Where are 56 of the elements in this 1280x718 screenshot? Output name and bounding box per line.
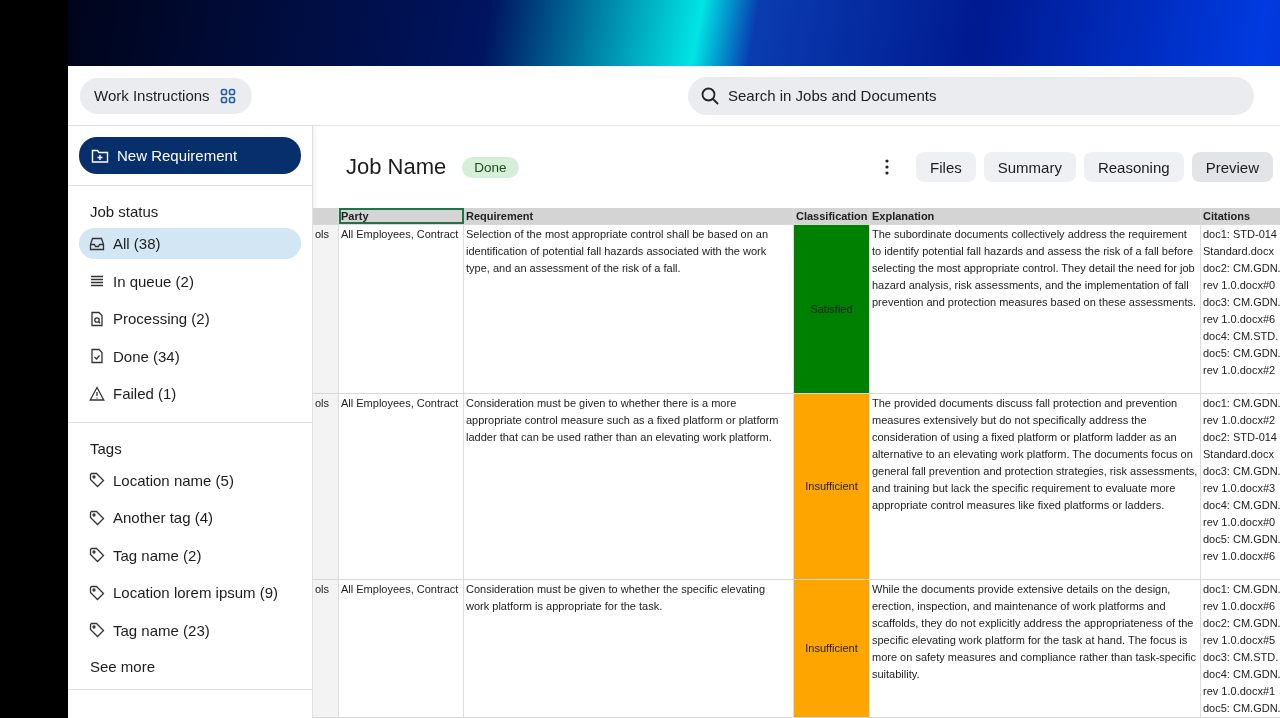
tag-icon	[89, 547, 105, 563]
see-more-link[interactable]: See more	[79, 652, 301, 683]
table-cell: ols	[313, 394, 339, 579]
tag-filter-item[interactable]: Tag name (23)	[79, 614, 301, 646]
status-filter-item[interactable]: Processing (2)	[79, 303, 301, 334]
tag-filter-item[interactable]: Tag name (2)	[79, 539, 301, 571]
tag-filter-item[interactable]: Location lorem ipsum (9)	[79, 577, 301, 608]
status-filter-item[interactable]: Failed (1)	[79, 378, 301, 409]
search-field[interactable]: Search in Jobs and Documents	[688, 76, 1254, 115]
warning-icon	[89, 385, 105, 402]
list-icon	[89, 273, 105, 289]
new-requirement-button[interactable]: New Requirement	[79, 137, 301, 174]
document-search-icon	[89, 310, 105, 327]
column-header[interactable]: Citations	[1201, 208, 1280, 224]
table-cell-text: doc1: CM.GDN. rev 1.0.docx#2 doc2: STD-014 Standard.docx doc3: CM.GDN. rev 1.0.docx#3 doc4: CM.GDN. rev 1.0.docx#0 doc5: CM.GDN. rev 1.0.docx#6	[1202, 396, 1280, 564]
classification-cell: Insufficient	[794, 394, 870, 579]
status-filter-item[interactable]: In queue (2)	[79, 265, 301, 297]
table-cell-text: doc1: STD-014 Standard.docx doc2: CM.GDN. rev 1.0.docx#0 doc3: CM.GDN. rev 1.0.docx#6 doc4: CM.STD. doc5: CM.GDN. rev 1.0.docx#2	[1202, 227, 1280, 378]
folder-plus-icon	[91, 147, 109, 164]
section-heading: Tags	[89, 438, 123, 459]
status-filter-item[interactable]: Done (34)	[79, 340, 301, 372]
view-tab[interactable]: Reasoning	[1083, 152, 1184, 182]
status-filter-item[interactable]: All (38)	[79, 228, 301, 259]
column-header[interactable]: Requirement	[464, 208, 794, 224]
table-cell-text: doc1: CM.GDN. rev 1.0.docx#6 doc2: CM.GDN. rev 1.0.docx#5 doc3: CM.STD. doc4: CM.GDN. rev 1.0.docx#1 doc5: CM.GDN.	[1202, 582, 1280, 716]
table-cell: ols	[313, 580, 339, 717]
more-options-icon[interactable]	[884, 158, 891, 176]
table-cell: While the documents provide extensive details on the design, erection, inspection, and maintenance of work platforms and scaffolds, they do not explicitly address the appropriateness of the specific elevating work platform for the task at hand. The focus is more on safety measures and compliance rather than task-specific suitability.	[870, 580, 1201, 717]
tag-icon	[89, 584, 105, 601]
table-cell: The subordinate documents collectively address the requirement to identify potential fall hazards and assess the risk of a fall before selecting the most appropriate control. They detail the need for job hazard analysis, risk assessments, and the implementation of fall prevention and protection measures based on these assessments.	[870, 225, 1201, 393]
view-tab[interactable]: Preview	[1191, 152, 1273, 182]
table-cell: All Employees, Contract	[339, 580, 464, 717]
tag-filter-item[interactable]: Location name (5)	[79, 464, 301, 496]
inbox-icon	[89, 235, 105, 252]
tag-filter-item[interactable]: Another tag (4)	[79, 502, 301, 533]
column-header[interactable]: Classification	[794, 208, 870, 224]
document-check-icon	[89, 348, 105, 364]
section-heading: Job status	[89, 202, 160, 222]
job-title: Job Name	[346, 154, 447, 180]
classification-cell: Insufficient	[794, 580, 870, 717]
grid-icon	[219, 87, 236, 104]
app-switcher-button[interactable]: Work Instructions	[80, 77, 252, 114]
column-header[interactable]: Party	[339, 208, 464, 224]
status-badge: Done	[462, 156, 519, 178]
table-cell: The provided documents discuss fall protection and prevention measures extensively but do not specifically address the consideration of using a fixed platform or platform ladder as an alternative to an elevating work platform. The documents focus on general fall prevention and protection strategies, risk assessments, and training but lack the specific requirement to evaluate more appropriate control measures like fixed platforms or ladders.	[870, 394, 1201, 579]
view-tab[interactable]: Summary	[983, 152, 1076, 182]
column-header[interactable]: Explanation	[870, 208, 1201, 224]
table-cell: All Employees, Contract	[339, 225, 464, 393]
table-cell: All Employees, Contract	[339, 394, 464, 579]
tag-icon	[89, 472, 105, 488]
classification-cell: Satisfied	[794, 225, 870, 393]
tag-icon	[89, 509, 105, 526]
tag-icon	[89, 622, 105, 638]
table-cell: ols	[313, 225, 339, 393]
view-tab[interactable]: Files	[916, 152, 976, 182]
search-icon	[701, 86, 719, 105]
